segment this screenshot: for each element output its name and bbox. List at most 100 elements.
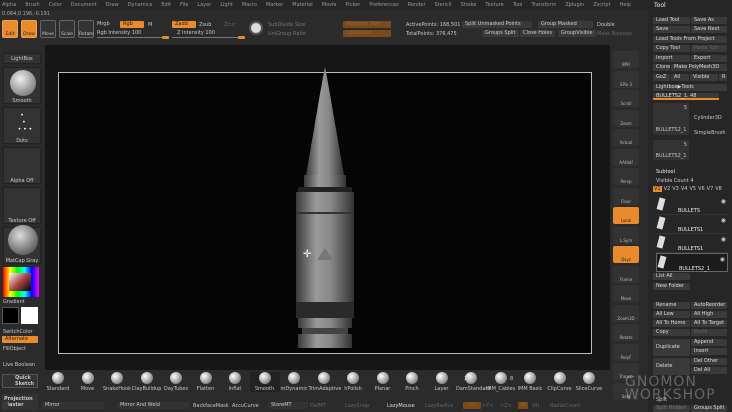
brush-standard[interactable]: Standard <box>43 372 73 392</box>
lightbox-button[interactable]: LightBox <box>3 53 41 64</box>
z-intensity-knob[interactable] <box>238 36 245 39</box>
paste-tool-button[interactable]: Paste Tool <box>691 45 727 52</box>
all-to-home-button[interactable]: All To Home <box>653 320 690 327</box>
shelf-actual-button[interactable]: Actual <box>613 129 639 146</box>
menu-edit[interactable]: Edit <box>161 2 171 8</box>
brush-move[interactable]: Move <box>73 372 103 392</box>
goz-button[interactable]: GoZ <box>653 74 670 81</box>
mirror-button[interactable]: Mirror <box>42 402 104 409</box>
menu-transform[interactable]: Transform <box>531 2 556 8</box>
lazysnap-slider[interactable]: LazySnap <box>345 403 369 409</box>
brush-claybuildup[interactable]: ClayBuildup <box>132 372 162 392</box>
subtool-item[interactable]: ◉ BULLETS <box>656 196 728 215</box>
group-visible-button[interactable]: GroupVisible <box>558 30 596 37</box>
shelf-move-button[interactable]: Move <box>613 285 639 302</box>
visibility-tab-v7[interactable]: V7 <box>707 186 714 192</box>
list-all-button[interactable]: List All <box>653 273 690 280</box>
all-to-target-button[interactable]: All To Target <box>691 320 727 327</box>
visibility-tab-v1[interactable]: V1 <box>653 186 662 192</box>
rgb-button[interactable]: Rgb <box>120 21 144 28</box>
eye-icon[interactable]: ◉ <box>720 256 725 263</box>
alternate-button[interactable]: Alternate <box>2 336 38 343</box>
make-boolean-button[interactable]: Make Boolean <box>597 31 632 37</box>
mirror-z-button[interactable]: >Z< <box>500 403 512 409</box>
subtool-item[interactable]: ◉ BULLETS2_1 <box>656 253 728 272</box>
shelf-scroll-button[interactable]: Scroll <box>613 90 639 107</box>
copy-button[interactable]: Copy <box>653 329 690 336</box>
close-holes-button[interactable]: Close Holes <box>520 30 556 37</box>
brush-clipcurve[interactable]: ClipCurve <box>545 372 575 392</box>
menu-dynamics[interactable]: Dynamics <box>128 2 153 8</box>
live-boolean-button[interactable]: Live Boolean <box>3 362 35 368</box>
zadd-button[interactable]: Zadd <box>172 21 196 28</box>
lightbox-tools-button[interactable]: Lightbox▶Tools <box>653 84 727 91</box>
menu-brush[interactable]: Brush <box>25 2 39 8</box>
menu-alpha[interactable]: Alpha <box>2 2 16 8</box>
load-tool-button[interactable]: Load Tool <box>653 17 690 24</box>
menu-movie[interactable]: Movie <box>322 2 337 8</box>
menu-document[interactable]: Document <box>71 2 97 8</box>
mirror-y-button[interactable]: >Y< <box>482 403 493 409</box>
eye-icon[interactable]: ◉ <box>721 217 726 224</box>
brush-damstandard[interactable]: DamStandard <box>456 372 491 392</box>
visibility-tab-v8[interactable]: V8 <box>715 186 722 192</box>
export-button[interactable]: Export <box>691 55 727 62</box>
brush-daytubes[interactable]: DayTubes <box>161 372 191 392</box>
delete-button[interactable]: Delete <box>653 358 690 375</box>
unigroup-ratio-slider[interactable]: UniGroup Ratio <box>268 31 306 37</box>
shelf-frame-button[interactable]: Frame <box>613 265 639 283</box>
groups-split-button[interactable]: Groups Split <box>482 30 519 37</box>
shelf-persp-button[interactable]: Persp <box>613 168 639 185</box>
radial-r-button[interactable]: (R) <box>532 403 539 409</box>
split-hidden-button[interactable]: Split Hidden <box>653 405 690 412</box>
scale-button[interactable]: Scale <box>59 20 75 38</box>
brush-inflat[interactable]: Inflat <box>220 372 250 392</box>
r-button[interactable]: R <box>719 74 727 81</box>
storemt-button[interactable]: StoreMT <box>268 402 308 409</box>
switch-color-button[interactable]: SwitchColor <box>3 329 33 335</box>
split-unmasked-button[interactable]: Split Unmasked Points <box>462 21 532 28</box>
duplicate-button[interactable]: Duplicate <box>653 339 690 356</box>
eye-icon[interactable]: ◉ <box>721 198 726 205</box>
simplebrush-tool[interactable]: SimpleBrush <box>694 130 726 136</box>
main-color-swatch[interactable] <box>2 307 19 324</box>
menu-color[interactable]: Color <box>49 2 62 8</box>
brush-layer[interactable]: Layer <box>427 372 457 392</box>
accucurve-button[interactable]: AccuCurve <box>232 403 259 409</box>
z-intensity-slider[interactable]: Z Intensity 100 <box>177 30 215 36</box>
brush-selector[interactable]: Smooth <box>3 67 41 104</box>
menu-material[interactable]: Material <box>292 2 312 8</box>
load-from-project-button[interactable]: Load Tools From Project <box>653 36 727 43</box>
rgb-intensity-slider[interactable]: Rgb Intensity 100 <box>97 30 141 36</box>
double-button[interactable]: Double <box>597 22 615 28</box>
save-as-button[interactable]: Save As <box>691 17 727 24</box>
new-folder-button[interactable]: New Folder <box>653 283 690 290</box>
menu-zplugin[interactable]: Zplugin <box>565 2 584 8</box>
current-tool-slider[interactable]: BULLETS2_1. 48 <box>653 93 719 100</box>
quick-sketch-button[interactable]: Quick Sketch <box>2 374 38 388</box>
adaptive-size-button[interactable]: Adaptive Size <box>343 21 391 28</box>
menu-tool[interactable]: Tool <box>513 2 523 8</box>
del-all-button[interactable]: Del All <box>691 367 727 374</box>
menu-file[interactable]: File <box>180 2 188 8</box>
menu-layer[interactable]: Layer <box>197 2 211 8</box>
secondary-color-swatch[interactable] <box>21 307 38 324</box>
menu-render[interactable]: Render <box>408 2 426 8</box>
subtool-item[interactable]: ◉ BULLETS1 <box>656 215 728 234</box>
menu-macro[interactable]: Macro <box>242 2 257 8</box>
material-selector[interactable]: MatCap Gray <box>3 225 41 264</box>
m-button[interactable]: M <box>148 22 152 28</box>
menu-texture[interactable]: Texture <box>485 2 503 8</box>
visibility-tab-v6[interactable]: V6 <box>698 186 705 192</box>
menu-zscript[interactable]: Zscript <box>593 2 610 8</box>
brush-hpolish[interactable]: hPolish <box>338 372 368 392</box>
menu-draw[interactable]: Draw <box>106 2 119 8</box>
zcut-button[interactable]: Zcut <box>224 22 235 28</box>
shelf-local-button[interactable]: Local <box>613 207 639 224</box>
texture-selector[interactable]: Texture Off <box>3 187 41 224</box>
shelf-l-sym-button[interactable]: L.Sym <box>613 226 639 244</box>
all-low-button[interactable]: All Low <box>653 311 690 318</box>
menu-marker[interactable]: Marker <box>266 2 283 8</box>
move-button[interactable]: Move <box>40 20 56 38</box>
eye-icon[interactable]: ◉ <box>721 236 726 243</box>
